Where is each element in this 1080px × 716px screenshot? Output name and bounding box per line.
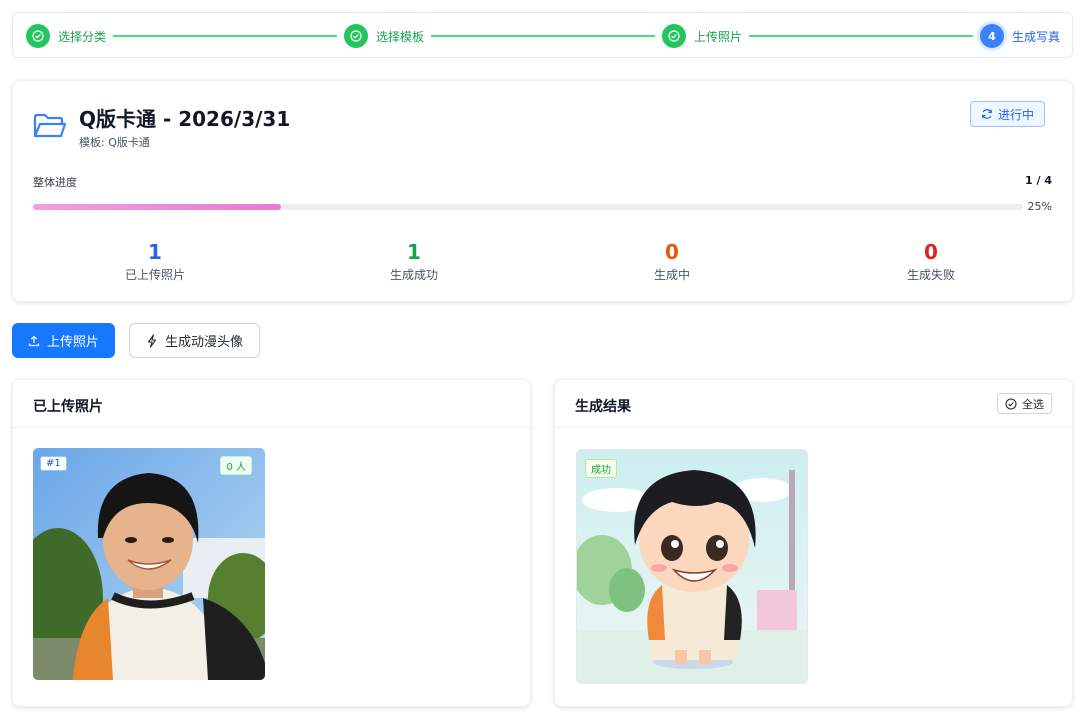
stat-failed: 0 生成失败	[851, 241, 1011, 283]
step-label: 选择分类	[58, 29, 107, 44]
stat-value: 0	[665, 240, 679, 264]
status-label: 进行中	[997, 107, 1034, 122]
results-panel: 生成结果 全选 成功	[554, 379, 1073, 707]
success-tag: 成功	[585, 459, 617, 478]
step-connector	[749, 35, 973, 37]
check-icon	[344, 24, 368, 48]
select-all-button[interactable]: 全选	[997, 393, 1052, 414]
panel-header: 生成结果 全选	[555, 380, 1072, 428]
check-icon	[26, 24, 50, 48]
step-generate-portrait[interactable]: 4 生成写真	[980, 24, 1060, 48]
progress-bar	[33, 204, 1023, 210]
stat-label: 生成中	[653, 268, 690, 282]
step-label: 上传照片	[694, 29, 743, 44]
stat-label: 已上传照片	[124, 268, 185, 282]
check-icon	[662, 24, 686, 48]
uploaded-photos-panel: 已上传照片 #1 0 人	[12, 379, 531, 707]
upload-icon	[28, 335, 40, 346]
page-title: Q版卡通 - 2026/3/31	[79, 107, 291, 131]
panel-header: 已上传照片	[13, 380, 530, 428]
step-select-template[interactable]: 选择模板	[344, 24, 424, 48]
step-label: 选择模板	[376, 29, 425, 44]
stat-value: 1	[407, 240, 421, 264]
progress-count: 1 / 4	[1025, 174, 1052, 187]
check-circle-icon	[1005, 397, 1017, 410]
stat-uploaded: 1 已上传照片	[75, 241, 235, 283]
step-select-category[interactable]: 选择分类	[26, 24, 106, 48]
child-photo-image	[33, 448, 265, 680]
stat-label: 生成失败	[906, 268, 955, 282]
stat-generating: 0 生成中	[592, 241, 752, 283]
template-name: 模板: Q版卡通	[79, 136, 150, 149]
stat-label: 生成成功	[389, 268, 438, 282]
panel-title: 生成结果	[575, 399, 631, 415]
folder-open-icon	[33, 113, 67, 143]
sync-icon	[982, 109, 992, 119]
stat-success: 1 生成成功	[334, 241, 494, 283]
stat-value: 0	[924, 240, 938, 264]
generated-result[interactable]: 成功	[576, 449, 808, 684]
step-upload-photos[interactable]: 上传照片	[662, 24, 742, 48]
upload-photos-label: 上传照片	[46, 335, 99, 350]
generate-avatar-label: 生成动漫头像	[164, 335, 243, 350]
uploaded-photo[interactable]: #1 0 人	[33, 448, 265, 680]
progress-fill	[33, 204, 281, 210]
panel-title: 已上传照片	[33, 399, 103, 415]
status-badge: 进行中	[969, 101, 1045, 127]
people-count-tag: 0 人	[220, 456, 252, 475]
stat-value: 1	[148, 240, 162, 264]
step-connector	[113, 35, 337, 37]
stepper: 选择分类 选择模板 上传照片 4 生成写真	[12, 12, 1073, 58]
photo-index-tag: #1	[40, 456, 67, 471]
task-summary-card: Q版卡通 - 2026/3/31 模板: Q版卡通 进行中 整体进度 1 / 4…	[12, 80, 1073, 302]
step-label: 生成写真	[1012, 29, 1061, 44]
select-all-label: 全选	[1022, 397, 1044, 411]
progress-percent: 25%	[1027, 200, 1052, 213]
generate-avatar-button[interactable]: 生成动漫头像	[129, 323, 260, 358]
progress-label: 整体进度	[33, 176, 77, 189]
cartoon-avatar-image	[577, 450, 807, 683]
step-number: 4	[980, 24, 1004, 48]
lightning-icon	[147, 333, 157, 348]
step-connector	[431, 35, 655, 37]
upload-photos-button[interactable]: 上传照片	[12, 323, 115, 358]
